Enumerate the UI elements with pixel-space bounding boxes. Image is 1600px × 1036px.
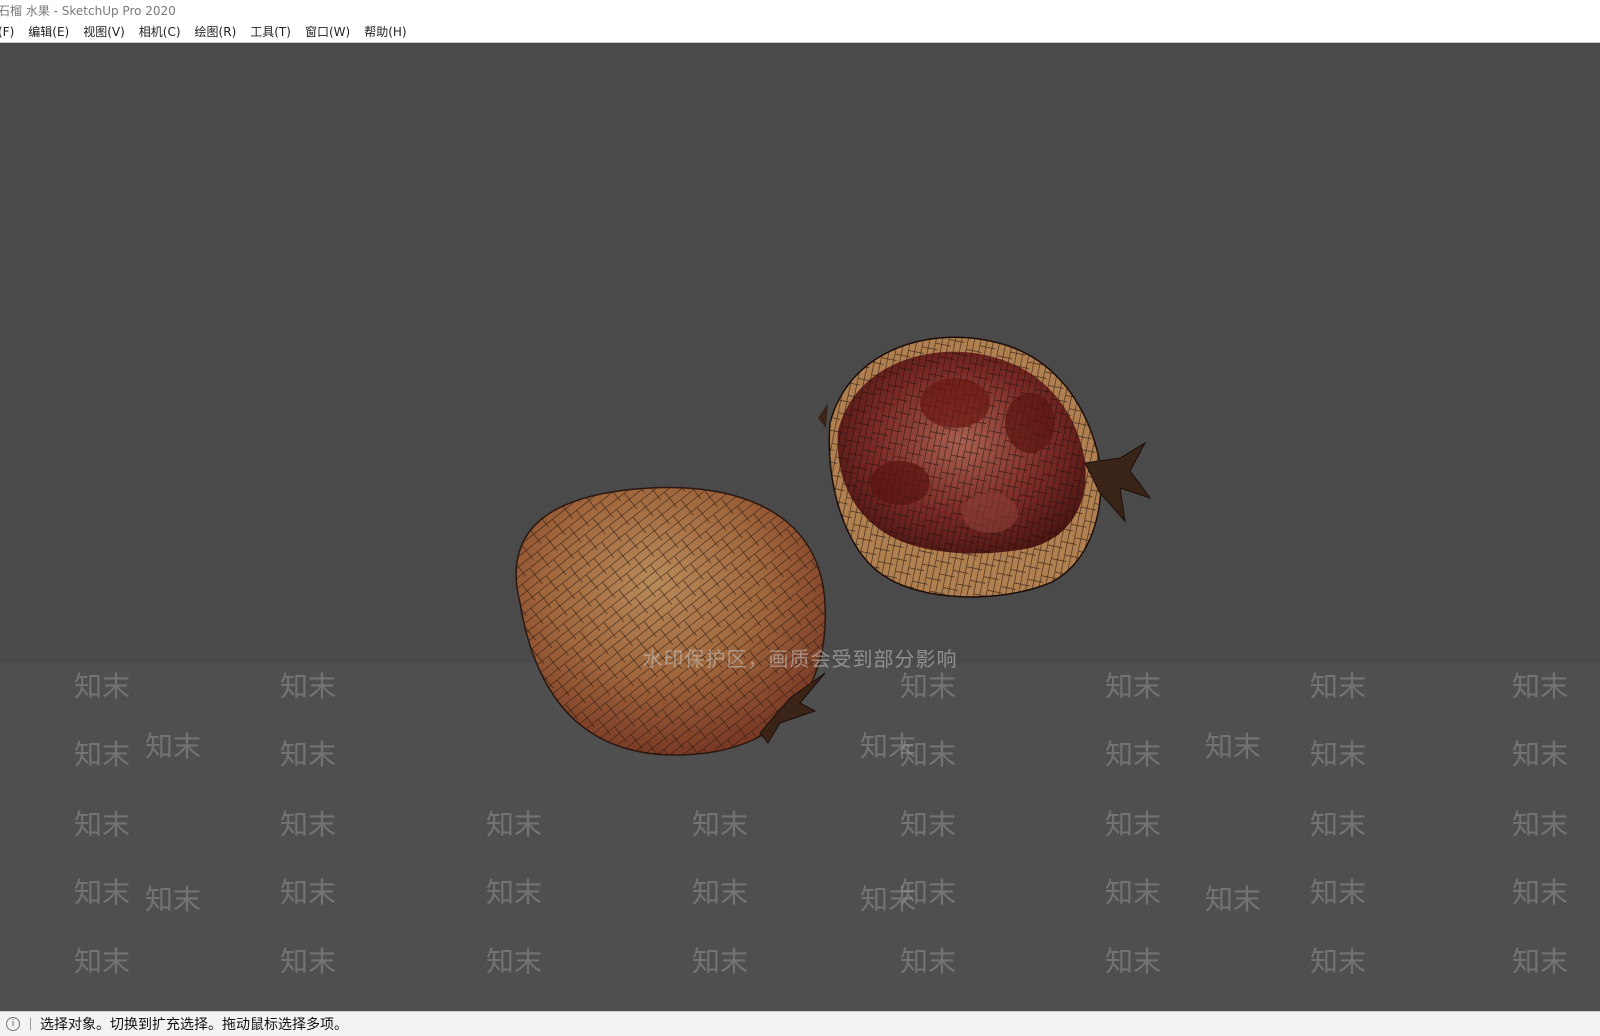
watermark-text: 知末 [900, 808, 957, 841]
watermark-text: 知末 [1205, 730, 1262, 763]
watermark-text: 知末 [692, 945, 749, 978]
pomegranate-model[interactable] [0, 43, 1600, 1011]
watermark-text: 知末 [1512, 808, 1569, 841]
watermark-text: 知末 [74, 808, 131, 841]
watermark-text: 知末 [900, 876, 957, 909]
watermark-text: 知末 [1310, 945, 1367, 978]
window-title-bar: 石榴 水果 - SketchUp Pro 2020 [0, 0, 1600, 22]
watermark-text: 知末 [74, 670, 131, 703]
model-viewport[interactable]: 水印保护区，画质会受到部分影响 知末 知末 知末 知末 知末 知末 知末 知末 … [0, 43, 1600, 1011]
watermark-text: 知末 [486, 876, 543, 909]
watermark-text: 知末 [1105, 738, 1162, 771]
watermark-text: 知末 [692, 876, 749, 909]
menu-tools[interactable]: 工具(T) [243, 22, 298, 42]
watermark-text: 知末 [74, 738, 131, 771]
watermark-text: 知末 [280, 876, 337, 909]
watermark-text: 知末 [145, 730, 202, 763]
menu-file[interactable]: (F) [0, 22, 21, 42]
watermark-text: 知末 [145, 883, 202, 916]
watermark-text: 知末 [486, 808, 543, 841]
watermark-text: 知末 [900, 738, 957, 771]
menu-edit[interactable]: 编辑(E) [21, 22, 76, 42]
watermark-text: 知末 [280, 738, 337, 771]
whole-pomegranate[interactable] [515, 486, 827, 756]
status-bar: i 选择对象。切换到扩充选择。拖动鼠标选择多项。 [0, 1011, 1600, 1036]
watermark-text: 知末 [1310, 738, 1367, 771]
watermark-text: 知末 [74, 876, 131, 909]
watermark-text: 知末 [1105, 945, 1162, 978]
watermark-text: 知末 [1310, 876, 1367, 909]
watermark-text: 知末 [1512, 670, 1569, 703]
watermark-text: 知末 [1205, 883, 1262, 916]
watermark-text: 知末 [280, 808, 337, 841]
watermark-text: 知末 [1512, 945, 1569, 978]
watermark-text: 知末 [280, 670, 337, 703]
window-title: 石榴 水果 - SketchUp Pro 2020 [0, 4, 176, 18]
status-message: 选择对象。切换到扩充选择。拖动鼠标选择多项。 [40, 1017, 348, 1033]
menu-window[interactable]: 窗口(W) [298, 22, 357, 42]
menu-help[interactable]: 帮助(H) [357, 22, 413, 42]
watermark-text: 知末 [1310, 670, 1367, 703]
watermark-text: 知末 [1105, 876, 1162, 909]
watermark-text: 知末 [1310, 808, 1367, 841]
status-divider [30, 1018, 31, 1030]
menu-draw[interactable]: 绘图(R) [188, 22, 244, 42]
watermark-text: 知末 [486, 945, 543, 978]
menu-view[interactable]: 视图(V) [76, 22, 132, 42]
watermark-text: 知末 [280, 945, 337, 978]
watermark-text: 知末 [1105, 808, 1162, 841]
menu-bar: (F) 编辑(E) 视图(V) 相机(C) 绘图(R) 工具(T) 窗口(W) … [0, 22, 1600, 43]
watermark-text: 知末 [1512, 738, 1569, 771]
watermark-text: 知末 [900, 670, 957, 703]
info-icon[interactable]: i [6, 1017, 20, 1031]
watermark-text: 知末 [1512, 876, 1569, 909]
watermark-text: 知末 [692, 808, 749, 841]
watermark-text: 知末 [1105, 670, 1162, 703]
watermark-text: 知末 [900, 945, 957, 978]
menu-camera[interactable]: 相机(C) [132, 22, 188, 42]
watermark-text: 知末 [74, 945, 131, 978]
cut-pomegranate[interactable] [818, 336, 1152, 598]
watermark-notice: 水印保护区，画质会受到部分影响 [642, 647, 958, 671]
